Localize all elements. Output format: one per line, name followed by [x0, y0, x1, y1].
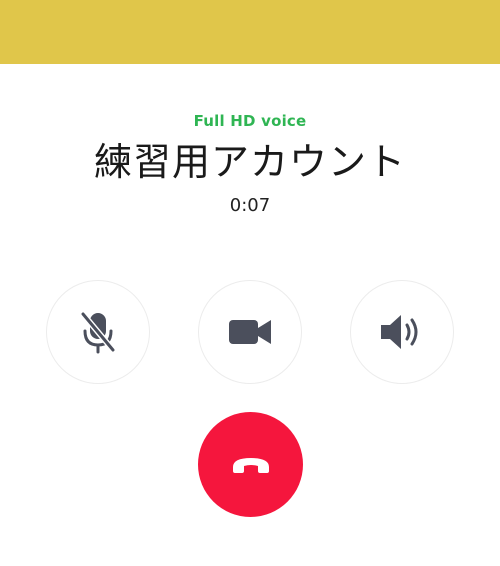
contact-name: 練習用アカウント [93, 140, 406, 184]
hang-up-phone-icon [231, 456, 271, 474]
video-button[interactable] [198, 280, 302, 384]
mute-button[interactable] [46, 280, 150, 384]
speaker-icon [379, 312, 425, 352]
end-call-button[interactable] [198, 412, 303, 517]
top-status-bar [0, 0, 500, 64]
video-camera-icon [228, 317, 272, 347]
speaker-button[interactable] [350, 280, 454, 384]
microphone-muted-icon [78, 310, 118, 354]
hd-voice-badge: Full HD voice [193, 112, 307, 130]
call-timer: 0:07 [229, 195, 271, 216]
call-info: Full HD voice 練習用アカウント 0:07 [0, 110, 500, 218]
